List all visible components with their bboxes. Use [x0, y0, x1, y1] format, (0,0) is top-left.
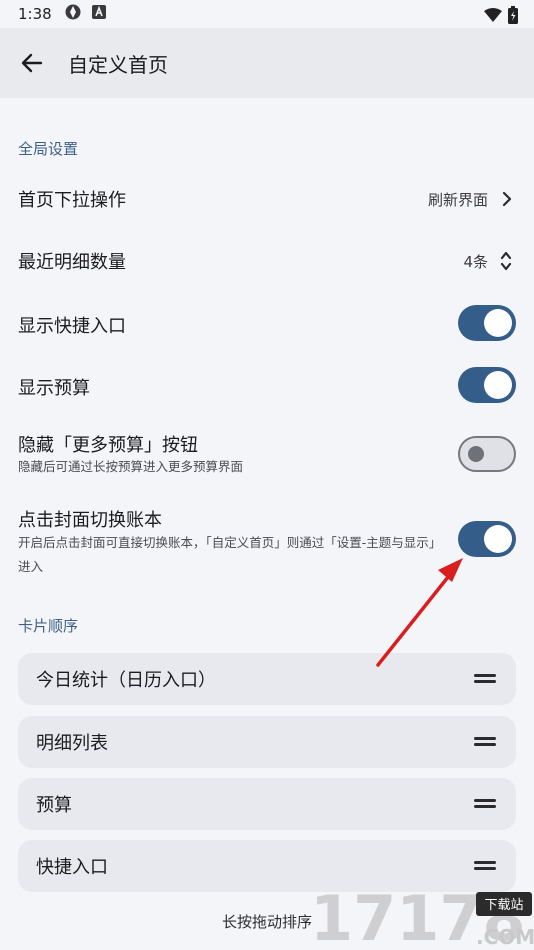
cover-switch-label: 点击封面切换账本: [18, 510, 162, 531]
hide-more-budget-row: 隐藏「更多预算」按钮 隐藏后可通过长按预算进入更多预算界面: [0, 428, 534, 484]
battery-icon: [508, 6, 518, 28]
cover-switch-row: 点击封面切换账本 开启后点击封面可直接切换账本，「自定义首页」则通过「设置-主题…: [0, 504, 534, 578]
keyboard-notification-icon: [91, 5, 106, 23]
switch-knob: [484, 371, 512, 399]
cover-switch-toggle[interactable]: [458, 521, 516, 557]
card-item[interactable]: 今日统计（日历入口）: [18, 653, 516, 705]
chevron-up-down-icon: [500, 251, 512, 271]
hide-more-budget-label: 隐藏「更多预算」按钮: [18, 435, 198, 456]
section-label-card-order: 卡片顺序: [18, 617, 79, 635]
wifi-icon: [484, 8, 502, 26]
watermark-badge: 下载站: [484, 898, 523, 913]
switch-knob: [484, 525, 512, 553]
show-budget-label: 显示预算: [18, 378, 90, 399]
chevron-right-icon: [502, 191, 512, 207]
watermark-domain: .COM: [476, 925, 534, 949]
recent-count-row[interactable]: 最近明细数量 4条: [0, 234, 534, 288]
recent-count-value: 4条: [463, 253, 488, 271]
card-item-label: 预算: [36, 795, 72, 816]
hide-more-budget-description: 隐藏后可通过长按预算进入更多预算界面: [18, 459, 244, 474]
arrow-left-icon: [21, 53, 43, 73]
show-shortcut-switch[interactable]: [458, 305, 516, 341]
card-item[interactable]: 预算: [18, 778, 516, 830]
card-item[interactable]: 明细列表: [18, 716, 516, 768]
recent-count-label: 最近明细数量: [18, 252, 126, 273]
show-budget-row: 显示预算: [0, 362, 534, 408]
app-notification-icon: [64, 3, 82, 25]
card-item-label: 明细列表: [36, 733, 108, 754]
show-budget-switch[interactable]: [458, 367, 516, 403]
card-item-label: 快捷入口: [36, 857, 108, 878]
drag-handle-icon[interactable]: [474, 799, 496, 809]
app-bar: 自定义首页: [0, 28, 534, 98]
switch-knob: [484, 309, 512, 337]
drag-handle-icon[interactable]: [474, 737, 496, 747]
back-button[interactable]: [4, 35, 60, 91]
card-item-label: 今日统计（日历入口）: [36, 670, 216, 691]
drag-handle-icon[interactable]: [474, 674, 496, 684]
page-title: 自定义首页: [68, 52, 168, 77]
hide-more-budget-switch[interactable]: [458, 436, 516, 472]
site-watermark-logo: 17178 下载站 .COM: [310, 882, 534, 950]
drag-handle-icon[interactable]: [474, 861, 496, 871]
pull-down-action-label: 首页下拉操作: [18, 190, 126, 211]
show-shortcut-row: 显示快捷入口: [0, 300, 534, 346]
switch-knob: [468, 446, 484, 462]
pull-down-action-value: 刷新界面: [427, 191, 488, 209]
show-shortcut-label: 显示快捷入口: [18, 316, 126, 337]
section-label-global: 全局设置: [18, 140, 79, 158]
status-bar: 1:38: [0, 0, 534, 28]
cover-switch-description: 开启后点击封面可直接切换账本，「自定义首页」则通过「设置-主题与显示」进入: [18, 535, 436, 574]
status-time: 1:38: [18, 5, 52, 23]
pull-down-action-row[interactable]: 首页下拉操作 刷新界面: [0, 172, 534, 226]
